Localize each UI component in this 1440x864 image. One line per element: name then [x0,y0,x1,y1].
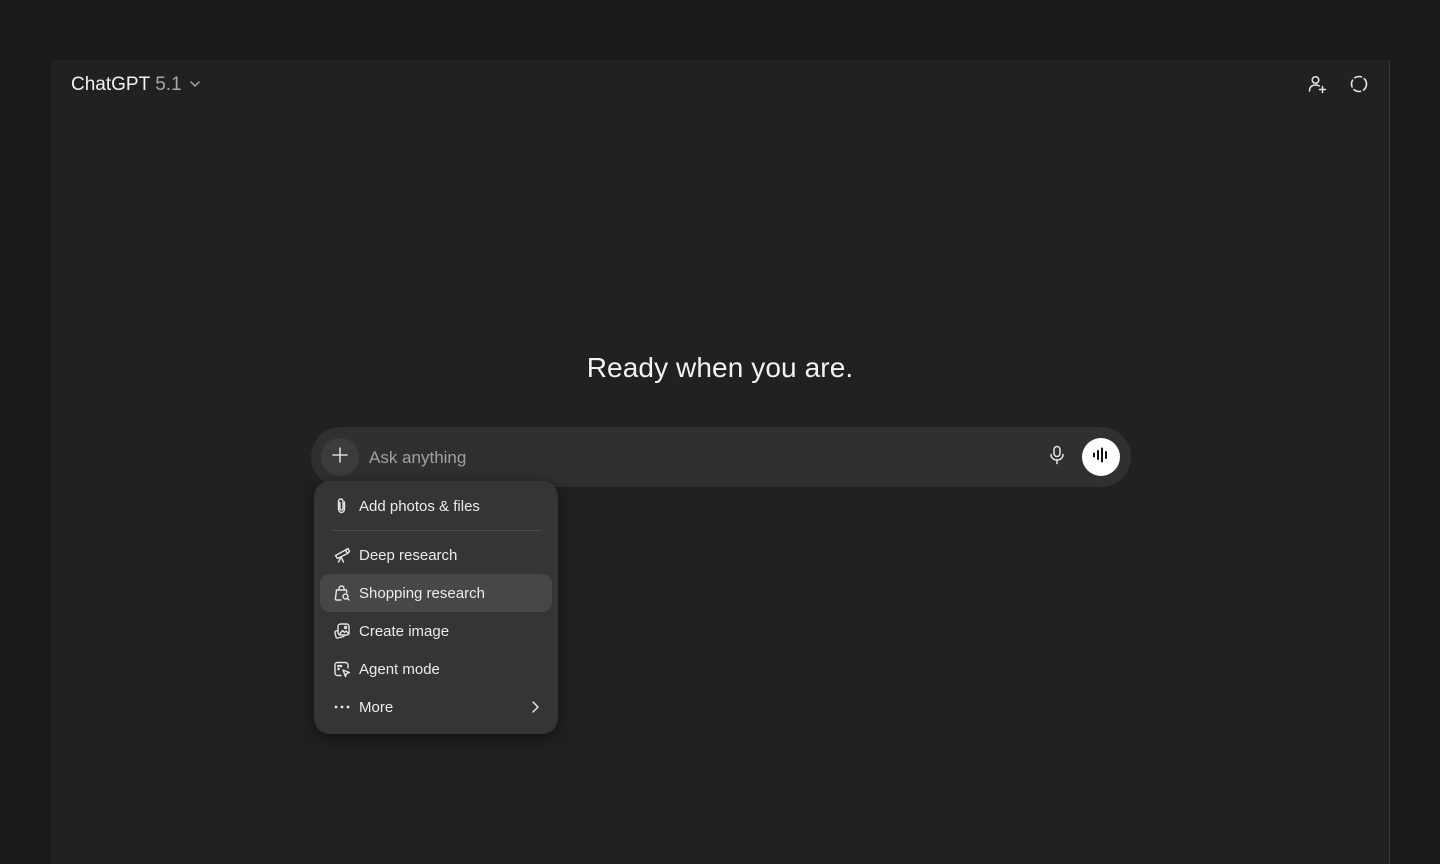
top-actions [1303,72,1373,100]
plus-icon [331,446,349,469]
dictate-button[interactable] [1043,443,1071,471]
menu-item-shopping-research[interactable]: Shopping research [320,574,552,612]
menu-item-agent-mode[interactable]: Agent mode [320,650,552,688]
menu-item-deep-research[interactable]: Deep research [320,536,552,574]
menu-item-create-image[interactable]: Create image [320,612,552,650]
person-add-icon [1307,74,1327,99]
image-create-icon [332,621,352,641]
microphone-icon [1048,445,1066,470]
model-version: 5.1 [155,74,182,95]
chevron-right-icon [528,699,542,719]
menu-item-label: Add photos & files [359,497,480,515]
shopping-bag-search-icon [332,583,352,603]
menu-item-label: Agent mode [359,660,440,678]
voice-waveform-icon [1092,447,1110,468]
dashed-chat-icon [1349,74,1369,99]
agent-cursor-icon [332,659,352,679]
model-name: ChatGPT [71,74,151,95]
paperclip-icon [332,496,352,516]
menu-item-label: Create image [359,622,450,640]
chevron-down-icon [187,74,201,96]
add-people-button[interactable] [1303,72,1331,100]
model-switcher[interactable]: ChatGPT 5.1 [71,72,201,98]
prompt-input[interactable] [367,443,1031,473]
menu-item-label: Deep research [359,546,458,564]
chat-window: ChatGPT 5.1 Ready when you are. Ask anyt… [51,60,1390,864]
menu-item-add-photos-files[interactable]: Add photos & files [320,487,552,525]
ellipsis-icon [332,697,352,717]
menu-divider [332,530,542,531]
hero-heading: Ready when you are. [586,352,854,383]
temporary-chat-button[interactable] [1345,72,1373,100]
attach-plus-button[interactable] [321,438,359,476]
telescope-icon [332,545,352,565]
menu-item-label: More [359,698,394,716]
menu-item-label: Shopping research [359,584,485,602]
composer-plus-menu: Add photos & files Deep research Shoppin… [314,481,558,734]
voice-mode-button[interactable] [1082,438,1120,476]
composer [311,427,1131,487]
menu-item-more[interactable]: More [320,688,552,726]
